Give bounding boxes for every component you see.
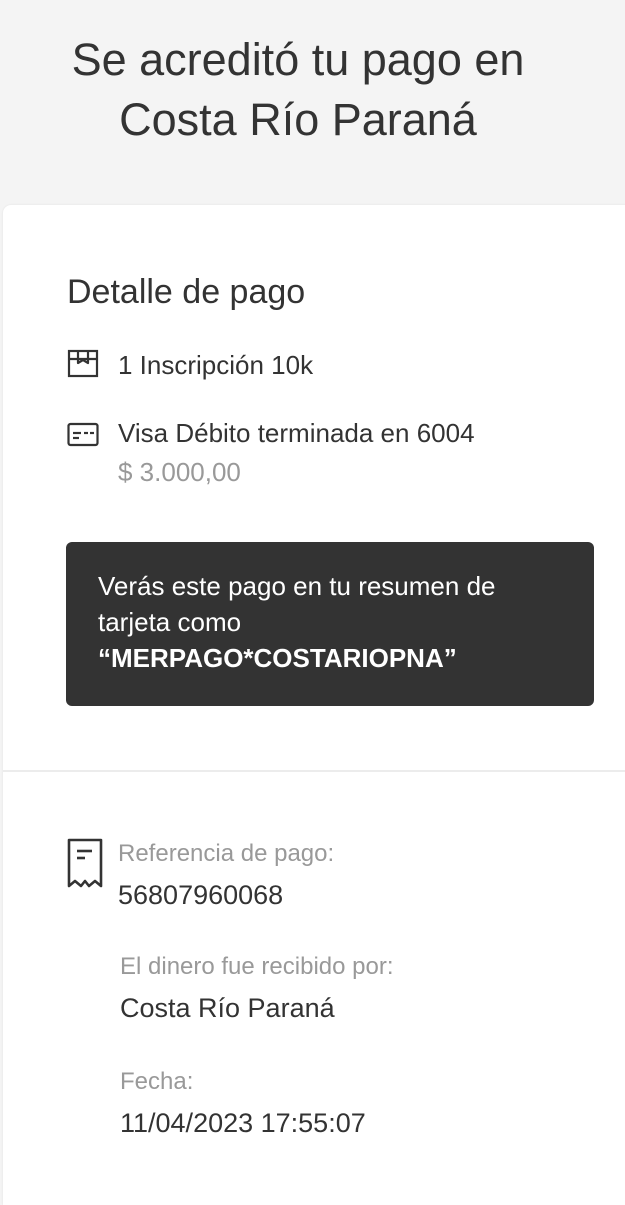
payment-card: Detalle de pago 1 Inscripción 10k Visa D… (3, 205, 625, 1205)
notice-line-1: Verás este pago en tu resumen de (98, 571, 496, 601)
page-title-line-1: Se acreditó tu pago en (71, 34, 525, 85)
receipt-icon (66, 838, 104, 890)
reference-label: Referencia de pago: (118, 840, 335, 867)
divider (3, 770, 625, 772)
page-title: Se acreditó tu pago en Costa Río Paraná (0, 30, 596, 150)
payment-method-text: Visa Débito terminada en 6004 (118, 418, 475, 448)
date-value: 11/04/2023 17:55:07 (120, 1108, 366, 1138)
date-label: Fecha: (120, 1068, 194, 1095)
payment-amount: $ 3.000,00 (118, 457, 241, 487)
purchased-item-text: 1 Inscripción 10k (118, 350, 314, 380)
package-icon (67, 348, 99, 380)
receiver-label: El dinero fue recibido por: (120, 953, 394, 980)
reference-value: 56807960068 (118, 880, 284, 910)
header: Se acreditó tu pago en Costa Río Paraná (0, 0, 625, 205)
statement-descriptor: “MERPAGO*COSTARIOPNA” (98, 643, 457, 673)
section-title: Detalle de pago (67, 273, 306, 311)
page-title-line-2: Costa Río Paraná (119, 94, 477, 145)
receiver-value: Costa Río Paraná (120, 993, 335, 1023)
notice-line-2: tarjeta como (98, 607, 242, 637)
statement-descriptor-notice: Verás este pago en tu resumen de tarjeta… (66, 542, 594, 706)
credit-card-icon (67, 418, 99, 450)
